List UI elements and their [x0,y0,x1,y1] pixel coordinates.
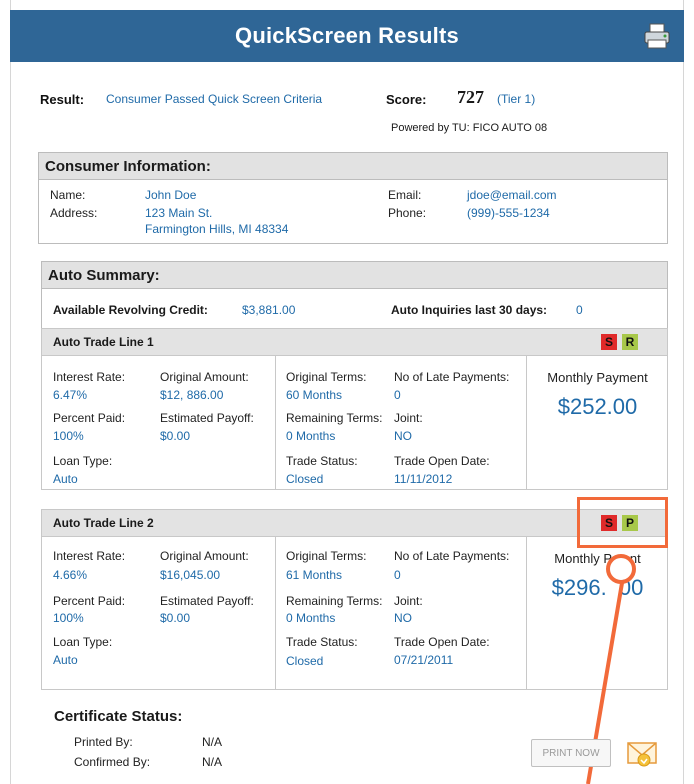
orig-amount-value: $12, 886.00 [160,388,224,402]
revolving-credit-value: $3,881.00 [242,303,296,317]
trade-status-value: Closed [286,654,324,668]
trade-line-badge-r[interactable]: R [622,334,638,350]
monthly-payment-value: $252.00 [557,394,638,419]
loan-type-label: Loan Type: [53,454,113,468]
late-payments-value: 0 [394,388,401,402]
print-now-label: PRINT NOW [542,747,600,759]
trade-line-1-body: Interest Rate: 6.47% Original Amount: $1… [41,356,668,490]
orig-terms-value: 60 Months [286,388,343,402]
trade-line-badge-s[interactable]: S [601,334,617,350]
trade-line-title: Auto Trade Line 1 [53,335,154,349]
consumer-info-box: Name: John Doe Address: 123 Main St. Far… [38,180,668,244]
address-line1: 123 Main St. [145,206,213,220]
printed-by-value: N/A [202,735,223,749]
trade-line-2-body: Interest Rate: 4.66% Original Amount: $1… [41,537,668,690]
auto-summary-title: Auto Summary: [48,266,160,284]
name-value: John Doe [145,188,197,202]
trade-line-title: Auto Trade Line 2 [53,516,154,530]
loan-type-label: Loan Type: [53,635,113,649]
joint-label: Joint: [394,411,423,425]
payoff-label: Estimated Payoff: [160,594,254,608]
orig-amount-label: Original Amount: [160,549,249,563]
annotation-pointer-circle [606,554,636,584]
page-title: QuickScreen Results [235,23,459,48]
late-payments-value: 0 [394,568,401,582]
loan-type-value: Auto [53,653,78,667]
score-value: 727 [457,87,484,107]
remaining-terms-value: 0 Months [286,611,336,625]
loan-type-value: Auto [53,472,78,486]
result-label: Result: [40,92,85,107]
trade-line-1-header: Auto Trade Line 1 S R [41,328,668,356]
print-now-button[interactable]: PRINT NOW [531,739,611,767]
printed-by-label: Printed By: [74,735,133,749]
orig-terms-label: Original Terms: [286,370,367,384]
interest-label: Interest Rate: [53,370,126,384]
late-payments-label: No of Late Payments: [394,370,510,384]
orig-amount-value: $16,045.00 [160,568,221,582]
open-date-value: 07/21/2011 [394,653,454,667]
percent-label: Percent Paid: [53,411,126,425]
phone-label: Phone: [388,206,427,220]
consumer-info-title: Consumer Information: [45,157,211,175]
monthly-payment-label: Monthly P nt [554,551,641,566]
remaining-terms-label: Remaining Terms: [286,411,383,425]
payoff-value: $0.00 [160,429,191,443]
envelope-icon[interactable] [627,740,659,768]
percent-label: Percent Paid: [53,594,126,608]
email-value[interactable]: jdoe@email.com [467,188,557,202]
monthly-payment-label: Monthly Payment [547,370,648,385]
phone-value: (999)-555-1234 [467,206,550,220]
score-label: Score: [386,92,427,107]
percent-value: 100% [53,429,84,443]
powered-by: Powered by TU: FICO AUTO 08 [391,122,548,134]
remaining-terms-label: Remaining Terms: [286,594,383,608]
column-divider [275,356,276,489]
joint-label: Joint: [394,594,423,608]
late-payments-label: No of Late Payments: [394,549,510,563]
interest-value: 4.66% [53,568,88,582]
confirmed-by-value: N/A [202,755,223,769]
confirmed-by-label: Confirmed By: [74,755,151,769]
auto-summary-row: Available Revolving Credit: $3,881.00 Au… [41,289,668,329]
annotation-highlight-box [577,497,668,548]
orig-terms-label: Original Terms: [286,549,367,563]
column-divider [275,537,276,689]
open-date-label: Trade Open Date: [394,635,490,649]
joint-value: NO [394,429,412,443]
certificate-status-heading: Certificate Status: [54,708,183,725]
interest-label: Interest Rate: [53,549,126,563]
percent-value: 100% [53,611,84,625]
open-date-label: Trade Open Date: [394,454,490,468]
interest-value: 6.47% [53,388,88,402]
auto-inquiries-label: Auto Inquiries last 30 days: [391,303,548,317]
result-value: Consumer Passed Quick Screen Criteria [106,92,323,106]
payoff-value: $0.00 [160,611,191,625]
consumer-info-heading: Consumer Information: [38,152,668,180]
open-date-value: 11/11/2012 [394,472,453,486]
trade-status-label: Trade Status: [286,454,358,468]
trade-line-2-header: Auto Trade Line 2 S P [41,509,668,537]
address-label: Address: [50,206,98,220]
auto-summary-heading: Auto Summary: [41,261,668,289]
orig-terms-value: 61 Months [286,568,343,582]
email-label: Email: [388,188,422,202]
score-tier: (Tier 1) [497,92,536,106]
payoff-label: Estimated Payoff: [160,411,254,425]
remaining-terms-value: 0 Months [286,429,336,443]
trade-status-label: Trade Status: [286,635,358,649]
orig-amount-label: Original Amount: [160,370,249,384]
joint-value: NO [394,611,412,625]
auto-inquiries-value: 0 [576,303,583,317]
name-label: Name: [50,188,86,202]
trade-status-value: Closed [286,472,324,486]
results-header: QuickScreen Results [10,10,684,62]
revolving-credit-label: Available Revolving Credit: [53,303,208,317]
address-line2: Farmington Hills, MI 48334 [145,222,289,236]
printer-icon[interactable] [642,22,672,50]
